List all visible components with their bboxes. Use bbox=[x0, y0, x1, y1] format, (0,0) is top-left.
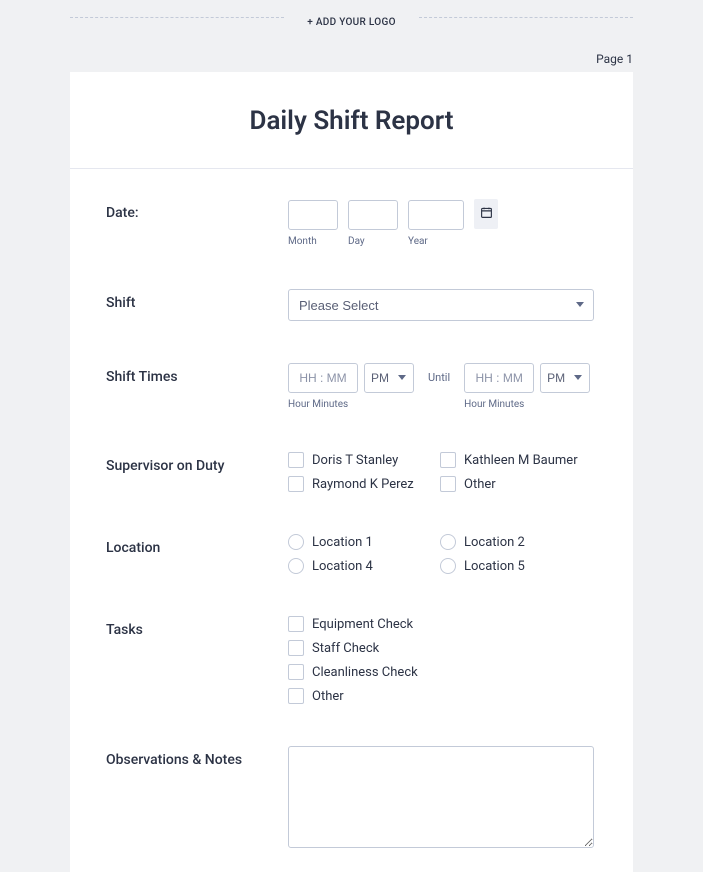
tasks-label: Tasks bbox=[106, 616, 288, 638]
supervisor-option-2[interactable]: Raymond K Perez bbox=[288, 476, 440, 492]
tasks-option-label: Cleanliness Check bbox=[312, 665, 418, 680]
location-radio-1[interactable] bbox=[440, 534, 456, 550]
calendar-picker-button[interactable] bbox=[474, 199, 498, 229]
add-logo-text: + ADD YOUR LOGO bbox=[307, 17, 396, 28]
date-month-sublabel: Month bbox=[288, 236, 338, 247]
tasks-checkbox-0[interactable] bbox=[288, 616, 304, 632]
location-radio-3[interactable] bbox=[440, 558, 456, 574]
location-label: Location bbox=[106, 534, 288, 556]
supervisor-checkbox-1[interactable] bbox=[440, 452, 456, 468]
tasks-checkbox-3[interactable] bbox=[288, 688, 304, 704]
field-location: Location Location 1 Location 2 Location … bbox=[106, 534, 597, 574]
tasks-option-1[interactable]: Staff Check bbox=[288, 640, 597, 656]
supervisor-option-label: Other bbox=[464, 477, 496, 492]
supervisor-option-label: Kathleen M Baumer bbox=[464, 453, 578, 468]
supervisor-option-1[interactable]: Kathleen M Baumer bbox=[440, 452, 592, 468]
tasks-option-2[interactable]: Cleanliness Check bbox=[288, 664, 597, 680]
supervisor-option-0[interactable]: Doris T Stanley bbox=[288, 452, 440, 468]
location-option-label: Location 5 bbox=[464, 559, 525, 574]
supervisor-checkbox-2[interactable] bbox=[288, 476, 304, 492]
tasks-checkbox-2[interactable] bbox=[288, 664, 304, 680]
shift-select[interactable]: Please Select bbox=[288, 289, 594, 321]
shift-end-ampm-select[interactable]: PM bbox=[540, 363, 590, 393]
supervisor-label: Supervisor on Duty bbox=[106, 452, 288, 474]
field-shift-times: Shift Times PM Hour Minutes bbox=[106, 363, 597, 410]
supervisor-option-label: Doris T Stanley bbox=[312, 453, 398, 468]
logo-placeholder-bar[interactable]: + ADD YOUR LOGO bbox=[70, 10, 633, 24]
date-year-sublabel: Year bbox=[408, 236, 464, 247]
location-option-label: Location 1 bbox=[312, 535, 373, 550]
tasks-option-label: Staff Check bbox=[312, 641, 379, 656]
form-title: Daily Shift Report bbox=[70, 106, 633, 136]
supervisor-checkbox-3[interactable] bbox=[440, 476, 456, 492]
shift-label: Shift bbox=[106, 289, 288, 311]
date-day-input[interactable] bbox=[348, 200, 398, 230]
calendar-icon bbox=[480, 206, 493, 222]
tasks-option-0[interactable]: Equipment Check bbox=[288, 616, 597, 632]
notes-label: Observations & Notes bbox=[106, 746, 288, 768]
form-header: Daily Shift Report bbox=[70, 72, 633, 169]
date-month-input[interactable] bbox=[288, 200, 338, 230]
until-label: Until bbox=[428, 371, 450, 384]
field-shift: Shift Please Select bbox=[106, 289, 597, 321]
location-radio-2[interactable] bbox=[288, 558, 304, 574]
shift-end-sublabel: Hour Minutes bbox=[464, 399, 590, 410]
location-option-label: Location 4 bbox=[312, 559, 373, 574]
shift-start-time-input[interactable] bbox=[288, 363, 358, 393]
shift-start-sublabel: Hour Minutes bbox=[288, 399, 414, 410]
form-card: Daily Shift Report Date: Month Day bbox=[70, 72, 633, 872]
location-option-0[interactable]: Location 1 bbox=[288, 534, 440, 550]
tasks-checkbox-1[interactable] bbox=[288, 640, 304, 656]
supervisor-option-label: Raymond K Perez bbox=[312, 477, 414, 492]
form-body: Date: Month Day Year bbox=[70, 169, 633, 852]
location-option-3[interactable]: Location 5 bbox=[440, 558, 592, 574]
field-supervisor: Supervisor on Duty Doris T Stanley Kathl… bbox=[106, 452, 597, 492]
date-year-input[interactable] bbox=[408, 200, 464, 230]
shift-times-label: Shift Times bbox=[106, 363, 288, 385]
tasks-option-3[interactable]: Other bbox=[288, 688, 597, 704]
field-date: Date: Month Day Year bbox=[106, 199, 597, 247]
shift-start-ampm-select[interactable]: PM bbox=[364, 363, 414, 393]
location-option-label: Location 2 bbox=[464, 535, 525, 550]
supervisor-checkbox-0[interactable] bbox=[288, 452, 304, 468]
field-notes: Observations & Notes bbox=[106, 746, 597, 852]
location-option-1[interactable]: Location 2 bbox=[440, 534, 592, 550]
field-tasks: Tasks Equipment Check Staff Check Cleanl… bbox=[106, 616, 597, 704]
location-radio-0[interactable] bbox=[288, 534, 304, 550]
notes-textarea[interactable] bbox=[288, 746, 594, 848]
tasks-option-label: Other bbox=[312, 689, 344, 704]
date-label: Date: bbox=[106, 199, 288, 221]
shift-end-time-input[interactable] bbox=[464, 363, 534, 393]
date-day-sublabel: Day bbox=[348, 236, 398, 247]
location-option-2[interactable]: Location 4 bbox=[288, 558, 440, 574]
supervisor-option-3[interactable]: Other bbox=[440, 476, 592, 492]
tasks-option-label: Equipment Check bbox=[312, 617, 413, 632]
page-number-label: Page 1 bbox=[0, 52, 633, 66]
